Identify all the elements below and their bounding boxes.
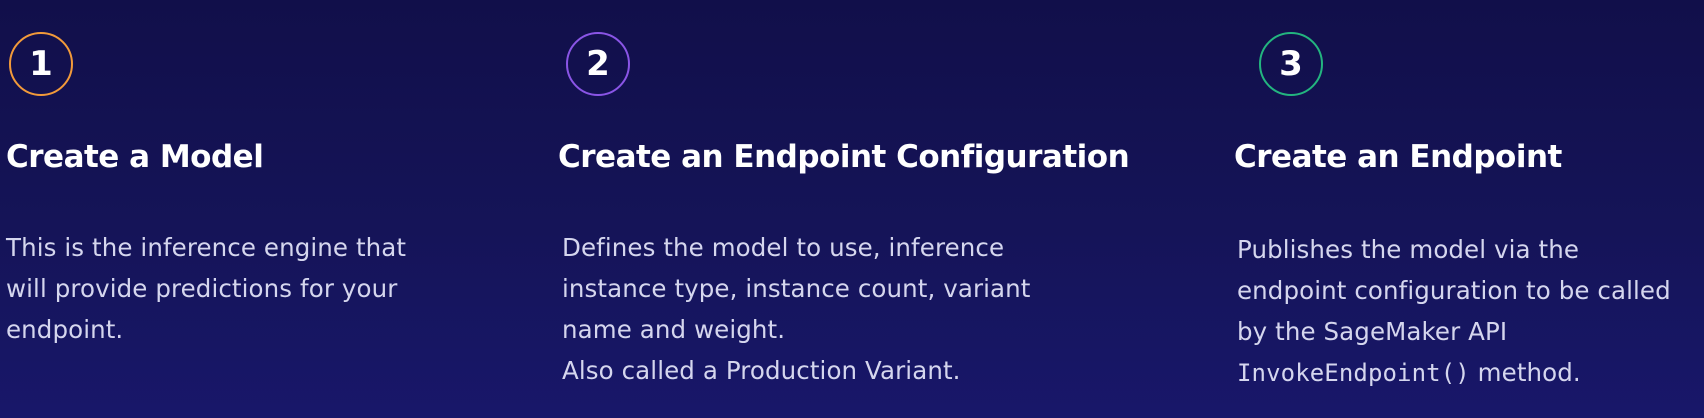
description-line: This is the inference engine that [6, 233, 407, 262]
step-create-endpoint: 3 Create an Endpoint Publishes the model… [1234, 0, 1696, 418]
description-line: endpoint. [6, 315, 124, 344]
description-line: name and weight. [562, 315, 786, 344]
step-create-model: 1 Create a Model This is the inference e… [6, 0, 526, 418]
step-description: Publishes the model via the endpoint con… [1237, 229, 1671, 394]
step-title: Create an Endpoint Configuration [558, 139, 1130, 175]
description-line: endpoint configuration to be called [1237, 276, 1671, 305]
step-number-badge: 1 [9, 32, 73, 96]
api-method-suffix: method. [1469, 358, 1581, 387]
description-line: by the SageMaker API [1237, 317, 1508, 346]
api-method-code: InvokeEndpoint() [1237, 359, 1470, 387]
step-title: Create a Model [6, 139, 264, 175]
description-line: Also called a Production Variant. [562, 356, 961, 385]
step-number-badge: 3 [1259, 32, 1323, 96]
description-line: Publishes the model via the [1237, 235, 1580, 264]
description-line: InvokeEndpoint() method. [1237, 352, 1671, 394]
description-line: will provide predictions for your [6, 274, 398, 303]
step-description: This is the inference engine that will p… [6, 227, 406, 350]
description-line: instance type, instance count, variant [562, 274, 1031, 303]
step-create-endpoint-configuration: 2 Create an Endpoint Configuration Defin… [558, 0, 1148, 418]
step-description: Defines the model to use, inference inst… [562, 227, 1031, 391]
step-title: Create an Endpoint [1234, 139, 1562, 175]
description-line: Defines the model to use, inference [562, 233, 1005, 262]
step-number-badge: 2 [566, 32, 630, 96]
